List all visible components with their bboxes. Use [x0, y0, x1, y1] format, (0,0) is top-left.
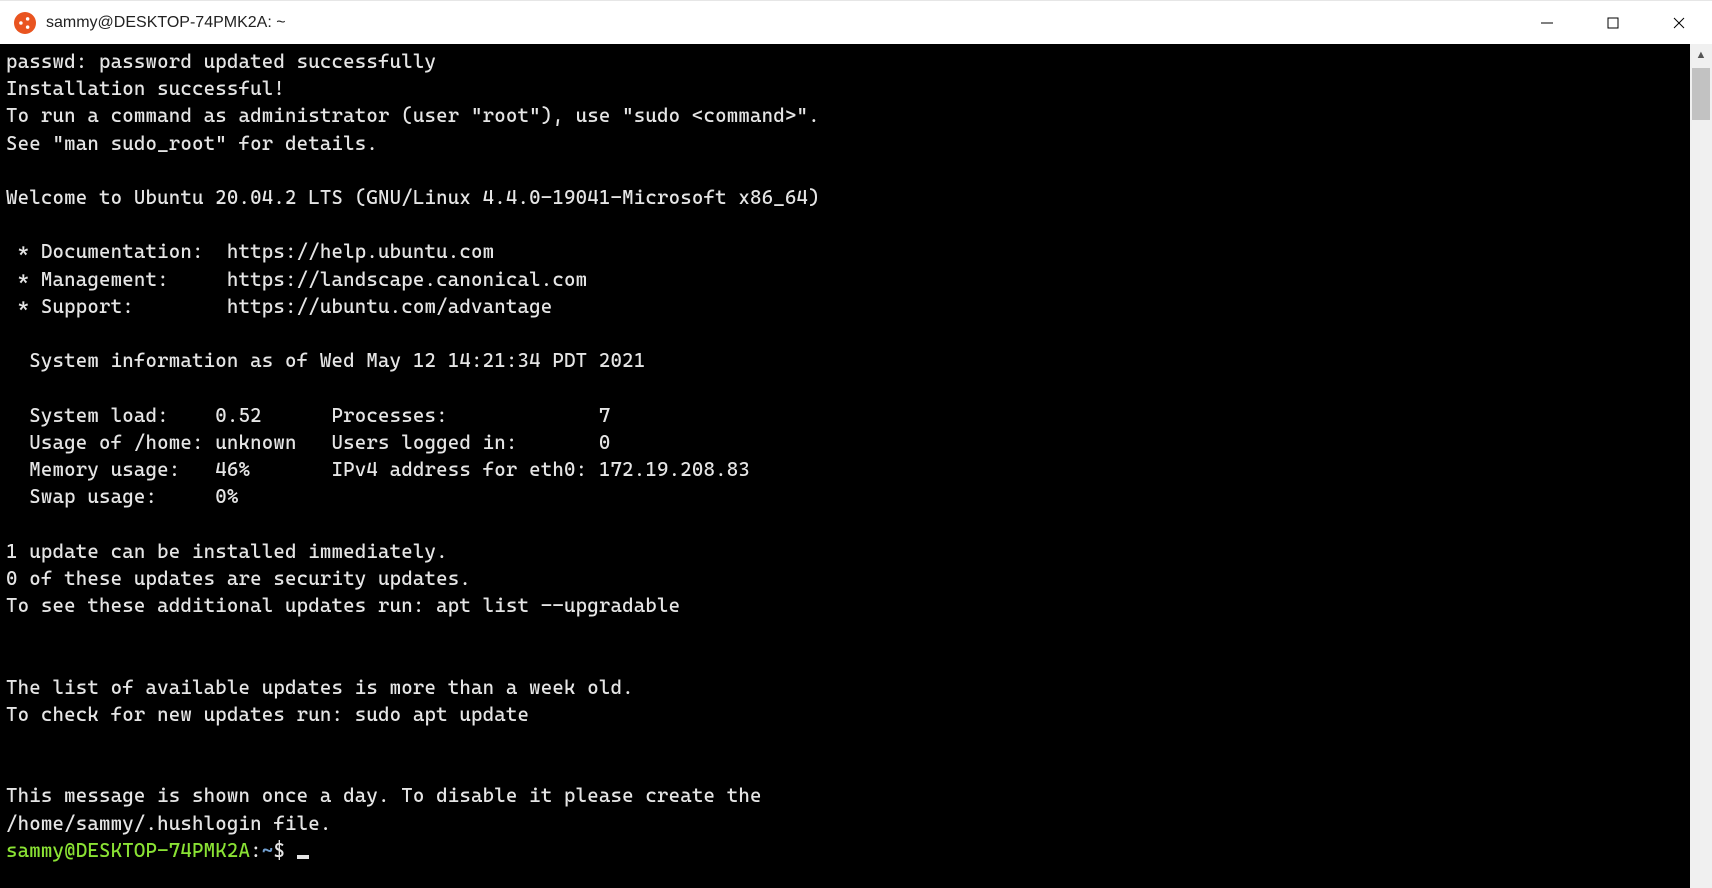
- scrollbar-thumb[interactable]: [1692, 68, 1710, 120]
- prompt-path: ~: [262, 839, 274, 862]
- terminal-cursor: [297, 855, 309, 859]
- minimize-button[interactable]: [1514, 1, 1580, 44]
- titlebar-left: sammy@DESKTOP-74PMK2A: ~: [0, 12, 1514, 34]
- vertical-scrollbar[interactable]: ▲: [1690, 44, 1712, 888]
- prompt-user-host: sammy@DESKTOP-74PMK2A: [6, 839, 250, 862]
- close-button[interactable]: [1646, 1, 1712, 44]
- close-icon: [1672, 16, 1686, 30]
- terminal-area: passwd: password updated successfully In…: [0, 44, 1712, 888]
- prompt-symbol: $: [273, 839, 285, 862]
- terminal-window: sammy@DESKTOP-74PMK2A: ~ passwd: passwor…: [0, 0, 1712, 888]
- scrollbar-up-arrow-icon[interactable]: ▲: [1690, 44, 1712, 66]
- window-titlebar[interactable]: sammy@DESKTOP-74PMK2A: ~: [0, 0, 1712, 44]
- window-controls: [1514, 1, 1712, 44]
- maximize-button[interactable]: [1580, 1, 1646, 44]
- window-title: sammy@DESKTOP-74PMK2A: ~: [46, 14, 286, 32]
- minimize-icon: [1540, 16, 1554, 30]
- maximize-icon: [1606, 16, 1620, 30]
- prompt-separator: :: [250, 839, 262, 862]
- ubuntu-icon: [14, 12, 36, 34]
- terminal-output[interactable]: passwd: password updated successfully In…: [0, 44, 1690, 888]
